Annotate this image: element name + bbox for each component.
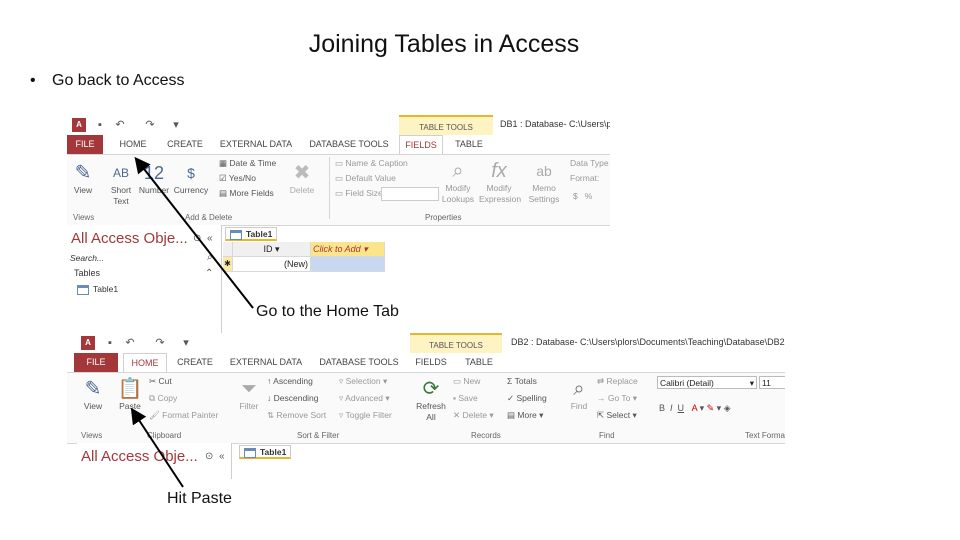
arrow-to-paste — [130, 407, 184, 488]
annotation-arrows — [130, 156, 254, 488]
arrow-to-home-tab — [134, 156, 254, 309]
